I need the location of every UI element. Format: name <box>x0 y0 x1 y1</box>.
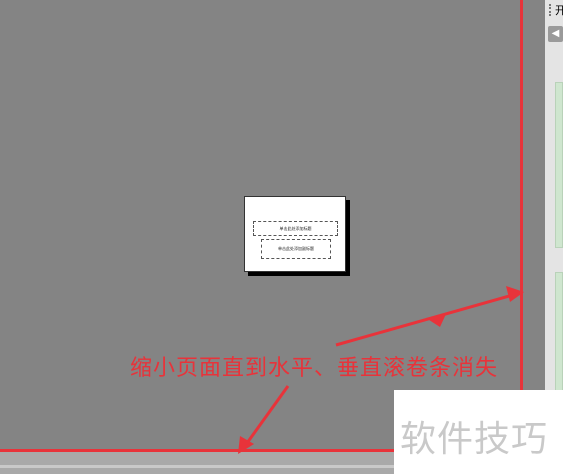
task-pane-title: 开 <box>555 4 563 17</box>
status-bar <box>0 452 394 474</box>
slide-thumbnail[interactable]: 单击此处添加标题 单击此处添加副标题 <box>244 196 346 272</box>
title-placeholder[interactable]: 单击此处添加标题 <box>253 221 338 236</box>
vertical-scrollbar-highlight <box>520 0 523 452</box>
watermark-text: 软件技巧 <box>400 419 549 460</box>
back-arrow-icon[interactable]: ◀ <box>548 26 563 42</box>
annotation-text: 缩小页面直到水平、垂直滚卷条消失 <box>130 356 499 381</box>
title-placeholder-text: 单击此处添加标题 <box>279 225 312 231</box>
screenshot-stage: 单击此处添加标题 单击此处添加副标题 开 ◀ 缩小页面直到水平、垂直滚卷条消失 … <box>0 0 563 474</box>
task-pane-panel <box>555 272 563 392</box>
subtitle-placeholder-text: 单击此处添加副标题 <box>278 246 314 251</box>
subtitle-placeholder[interactable]: 单击此处添加副标题 <box>261 239 331 259</box>
slide-editing-canvas[interactable]: 单击此处添加标题 单击此处添加副标题 <box>0 0 522 450</box>
task-pane-panel <box>555 82 563 248</box>
pane-grip-icon[interactable] <box>549 4 553 16</box>
status-bar-line <box>0 465 394 468</box>
